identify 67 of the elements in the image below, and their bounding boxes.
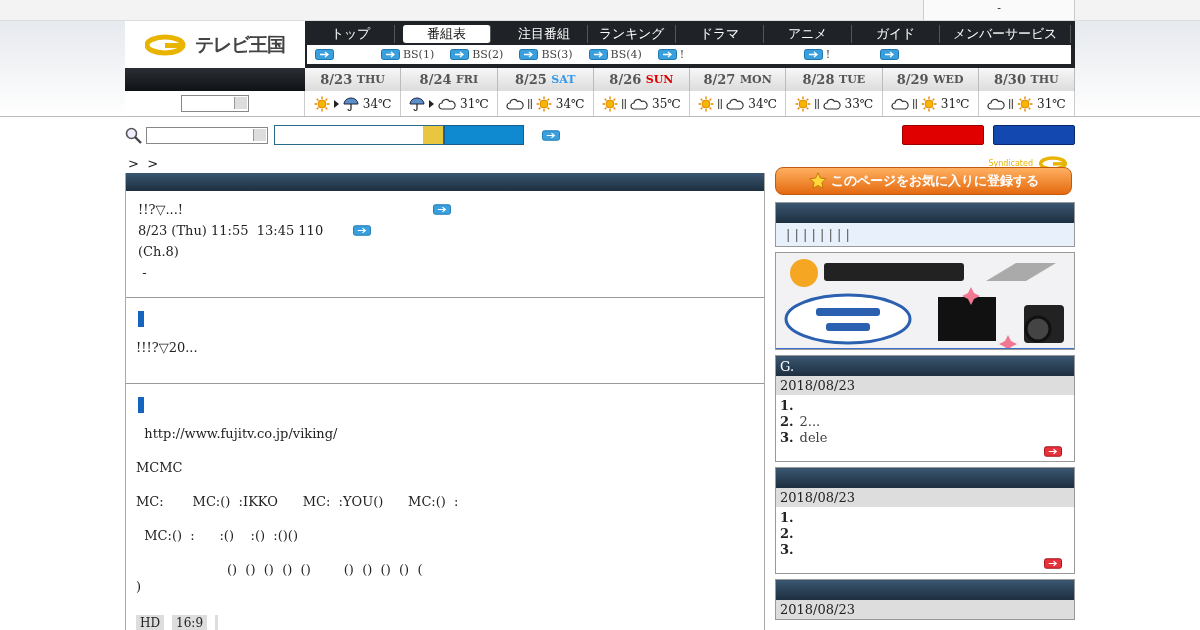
nav-tab[interactable]: 注目番組 — [500, 25, 589, 43]
section-marker — [138, 311, 144, 327]
nav-tab[interactable]: ランキング — [588, 25, 677, 43]
description-text: MC: MC:() :IKKO MC: :YOU() MC:() : — [136, 493, 460, 510]
panel-title: G. — [780, 358, 795, 374]
date-tab[interactable]: 8/28 TUE — [786, 68, 883, 91]
date-tab[interactable]: 8/23 THU — [305, 68, 402, 91]
format-tag: HD — [136, 615, 165, 630]
channel-link[interactable]: BS(3) — [541, 48, 573, 61]
channel-link[interactable]: ! — [679, 48, 685, 61]
program-info-text: - — [141, 265, 147, 280]
channel-link[interactable]: BS(2) — [472, 48, 504, 61]
date-tab[interactable]: 8/30 THU — [978, 68, 1075, 91]
channel-link[interactable]: ! — [825, 48, 831, 61]
description-text: () () () () () () () () () ( ) — [136, 561, 424, 595]
ranking-item-link[interactable]: dele — [799, 430, 828, 446]
nav-tab[interactable]: メンバーサービス — [939, 25, 1072, 43]
guide-mark-icon — [423, 126, 443, 144]
format-tag: 16:9 — [172, 615, 208, 630]
temperature: 31℃ — [460, 96, 489, 111]
temperature: 31℃ — [940, 96, 970, 111]
date-tab[interactable]: 8/27 MON — [690, 68, 787, 91]
temperature: 34℃ — [748, 96, 777, 111]
nav-tab[interactable]: ドラマ — [676, 25, 765, 43]
rank-number: 1. — [780, 398, 794, 414]
ranking-date: 2018/08/23 — [780, 378, 855, 393]
search-field[interactable] — [274, 125, 444, 145]
category-select[interactable] — [146, 126, 268, 144]
rank-number: 3. — [780, 430, 794, 446]
nav-tab[interactable]: 番組表 — [402, 25, 491, 43]
channel-link[interactable]: BS(4) — [610, 48, 642, 61]
rank-number: 1. — [780, 510, 794, 526]
section-marker — [138, 397, 144, 413]
link-separators: | | | | | | | | — [786, 227, 850, 242]
temperature: 31℃ — [1037, 96, 1066, 111]
description-text: MC:() : :() :() :()() — [143, 527, 299, 544]
program-info-text: 8/23 (Thu) 11:55 13:45 110 — [138, 223, 324, 238]
program-info-text: !!?▽...! — [138, 202, 184, 217]
program-info-text: (Ch.8) — [138, 244, 179, 259]
rank-number: 2. — [780, 414, 794, 430]
ranking-item-link[interactable]: 2... — [799, 414, 821, 430]
breadcrumb: > > — [128, 155, 159, 171]
top-bar-text: - — [997, 1, 1001, 17]
search-icon — [125, 126, 142, 144]
ranking-date: 2018/08/23 — [780, 490, 855, 505]
syndicated-label: Syndicated — [988, 158, 1033, 168]
description-text: !!!?▽20... — [136, 339, 199, 356]
description-text: MCMC — [136, 459, 184, 476]
area-select[interactable] — [180, 95, 249, 112]
blank-tag — [215, 615, 219, 630]
description-text: http://www.fujitv.co.jp/viking/ — [143, 425, 339, 442]
ranking-date: 2018/08/23 — [780, 602, 855, 617]
temperature: 34℃ — [362, 96, 392, 111]
nav-tab[interactable]: アニメ — [764, 25, 852, 43]
temperature: 33℃ — [844, 96, 874, 111]
channel-link[interactable]: BS(1) — [403, 48, 435, 61]
temperature: 35℃ — [652, 96, 681, 111]
date-tab[interactable]: 8/24 FRI — [401, 68, 498, 91]
rank-number: 3. — [780, 542, 794, 558]
rank-number: 2. — [780, 526, 794, 542]
date-tab[interactable]: 8/25 SAT — [497, 68, 594, 91]
date-tab[interactable]: 8/26 SUN — [593, 68, 690, 91]
date-tab[interactable]: 8/29 WED — [882, 68, 979, 91]
nav-tab[interactable]: ガイド — [851, 25, 940, 43]
nav-tab[interactable]: トップ — [307, 25, 395, 43]
star-icon — [808, 172, 827, 190]
temperature: 34℃ — [555, 96, 585, 111]
